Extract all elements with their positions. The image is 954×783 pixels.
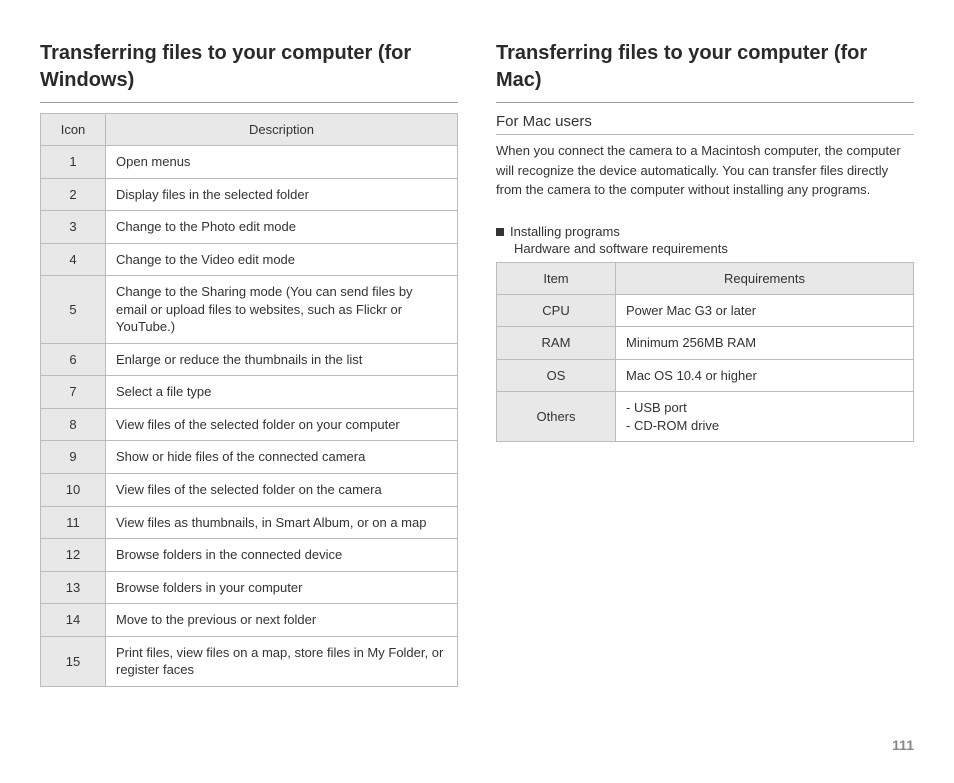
- table-row: 6Enlarge or reduce the thumbnails in the…: [41, 343, 458, 376]
- row-desc: Move to the previous or next folder: [106, 604, 458, 637]
- row-num: 11: [41, 506, 106, 539]
- row-desc: Print files, view files on a map, store …: [106, 636, 458, 686]
- row-num: 7: [41, 376, 106, 409]
- left-column: Transferring files to your computer (for…: [40, 40, 458, 687]
- row-num: 8: [41, 408, 106, 441]
- table-row: 1Open menus: [41, 146, 458, 179]
- row-desc: View files of the selected folder on the…: [106, 474, 458, 507]
- row-desc: Enlarge or reduce the thumbnails in the …: [106, 343, 458, 376]
- mac-subhead: For Mac users: [496, 113, 914, 135]
- row-num: 6: [41, 343, 106, 376]
- icon-description-table: Icon Description 1Open menus 2Display fi…: [40, 113, 458, 687]
- req-value: Mac OS 10.4 or higher: [616, 359, 914, 392]
- row-desc: Change to the Video edit mode: [106, 243, 458, 276]
- row-desc: Change to the Photo edit mode: [106, 211, 458, 244]
- row-num: 1: [41, 146, 106, 179]
- right-title: Transferring files to your computer (for…: [496, 40, 914, 103]
- square-bullet-icon: [496, 228, 504, 236]
- row-desc: Show or hide files of the connected came…: [106, 441, 458, 474]
- row-num: 10: [41, 474, 106, 507]
- table-row: 14Move to the previous or next folder: [41, 604, 458, 637]
- header-description: Description: [106, 114, 458, 146]
- table-row: RAMMinimum 256MB RAM: [497, 327, 914, 360]
- row-desc: View files as thumbnails, in Smart Album…: [106, 506, 458, 539]
- row-desc: Open menus: [106, 146, 458, 179]
- row-num: 3: [41, 211, 106, 244]
- header-requirements: Requirements: [616, 262, 914, 294]
- row-num: 12: [41, 539, 106, 572]
- table-row: 2Display files in the selected folder: [41, 178, 458, 211]
- table-header-row: Icon Description: [41, 114, 458, 146]
- row-num: 15: [41, 636, 106, 686]
- req-item: RAM: [497, 327, 616, 360]
- table-row: 9Show or hide files of the connected cam…: [41, 441, 458, 474]
- req-item: OS: [497, 359, 616, 392]
- right-column: Transferring files to your computer (for…: [496, 40, 914, 687]
- row-num: 2: [41, 178, 106, 211]
- req-item: CPU: [497, 294, 616, 327]
- table-header-row: Item Requirements: [497, 262, 914, 294]
- install-line2: Hardware and software requirements: [514, 241, 914, 256]
- row-num: 4: [41, 243, 106, 276]
- row-num: 13: [41, 571, 106, 604]
- install-block: Installing programs Hardware and softwar…: [496, 224, 914, 443]
- row-num: 14: [41, 604, 106, 637]
- req-value: Minimum 256MB RAM: [616, 327, 914, 360]
- table-row: 7Select a file type: [41, 376, 458, 409]
- table-row: 3Change to the Photo edit mode: [41, 211, 458, 244]
- row-desc: Browse folders in the connected device: [106, 539, 458, 572]
- header-icon: Icon: [41, 114, 106, 146]
- row-num: 5: [41, 276, 106, 344]
- install-line1: Installing programs: [496, 224, 914, 239]
- table-row: 10View files of the selected folder on t…: [41, 474, 458, 507]
- table-row: 8View files of the selected folder on yo…: [41, 408, 458, 441]
- requirements-table: Item Requirements CPUPower Mac G3 or lat…: [496, 262, 914, 443]
- req-item: Others: [497, 392, 616, 442]
- row-num: 9: [41, 441, 106, 474]
- left-title: Transferring files to your computer (for…: [40, 40, 458, 103]
- table-row: 11View files as thumbnails, in Smart Alb…: [41, 506, 458, 539]
- table-row: 4Change to the Video edit mode: [41, 243, 458, 276]
- table-row: 15Print files, view files on a map, stor…: [41, 636, 458, 686]
- table-row: Others- USB port - CD-ROM drive: [497, 392, 914, 442]
- table-row: OSMac OS 10.4 or higher: [497, 359, 914, 392]
- mac-body-text: When you connect the camera to a Macinto…: [496, 141, 914, 200]
- table-row: 5Change to the Sharing mode (You can sen…: [41, 276, 458, 344]
- content-columns: Transferring files to your computer (for…: [40, 40, 914, 687]
- req-value: Power Mac G3 or later: [616, 294, 914, 327]
- table-row: 13Browse folders in your computer: [41, 571, 458, 604]
- page-number: 111: [40, 737, 914, 753]
- row-desc: Browse folders in your computer: [106, 571, 458, 604]
- table-row: CPUPower Mac G3 or later: [497, 294, 914, 327]
- row-desc: View files of the selected folder on you…: [106, 408, 458, 441]
- install-line1-text: Installing programs: [510, 224, 620, 239]
- row-desc: Display files in the selected folder: [106, 178, 458, 211]
- table-row: 12Browse folders in the connected device: [41, 539, 458, 572]
- header-item: Item: [497, 262, 616, 294]
- row-desc: Select a file type: [106, 376, 458, 409]
- req-value: - USB port - CD-ROM drive: [616, 392, 914, 442]
- row-desc: Change to the Sharing mode (You can send…: [106, 276, 458, 344]
